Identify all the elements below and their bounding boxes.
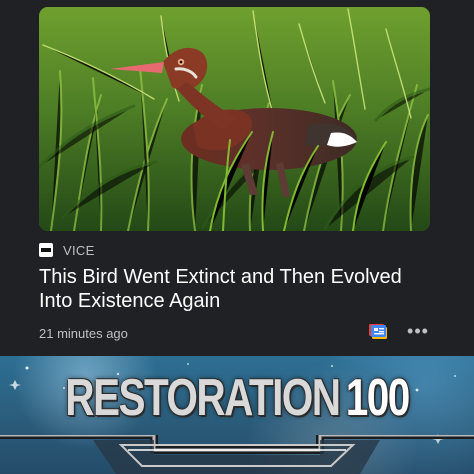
restoration-title-text: RESTORATION bbox=[65, 369, 341, 427]
article-photo[interactable] bbox=[39, 7, 430, 231]
more-horizontal-icon[interactable]: ••• bbox=[406, 322, 430, 340]
article-meta-row: 21 minutes ago ••• bbox=[39, 322, 435, 343]
article-headline[interactable]: This Bird Went Extinct and Then Evolved … bbox=[39, 265, 429, 313]
skyrim-restoration-meme: RESTORATION 100 bbox=[0, 356, 474, 474]
google-news-save-icon[interactable] bbox=[368, 323, 388, 341]
google-news-save-glyph bbox=[369, 324, 387, 339]
screenshot-root: VICE This Bird Went Extinct and Then Evo… bbox=[0, 0, 474, 474]
article-timestamp: 21 minutes ago bbox=[39, 326, 128, 341]
white-browed-rail-bird-photo bbox=[39, 7, 430, 231]
article-source-row[interactable]: VICE bbox=[39, 241, 95, 259]
article-source-name: VICE bbox=[63, 242, 95, 258]
news-card[interactable]: VICE This Bird Went Extinct and Then Evo… bbox=[0, 0, 474, 356]
restoration-level-text: 100 bbox=[345, 369, 411, 427]
skyrim-skill-frame-icon bbox=[0, 435, 474, 474]
restoration-skill-title: RESTORATION 100 bbox=[52, 369, 422, 427]
vice-logo-icon bbox=[39, 243, 53, 257]
